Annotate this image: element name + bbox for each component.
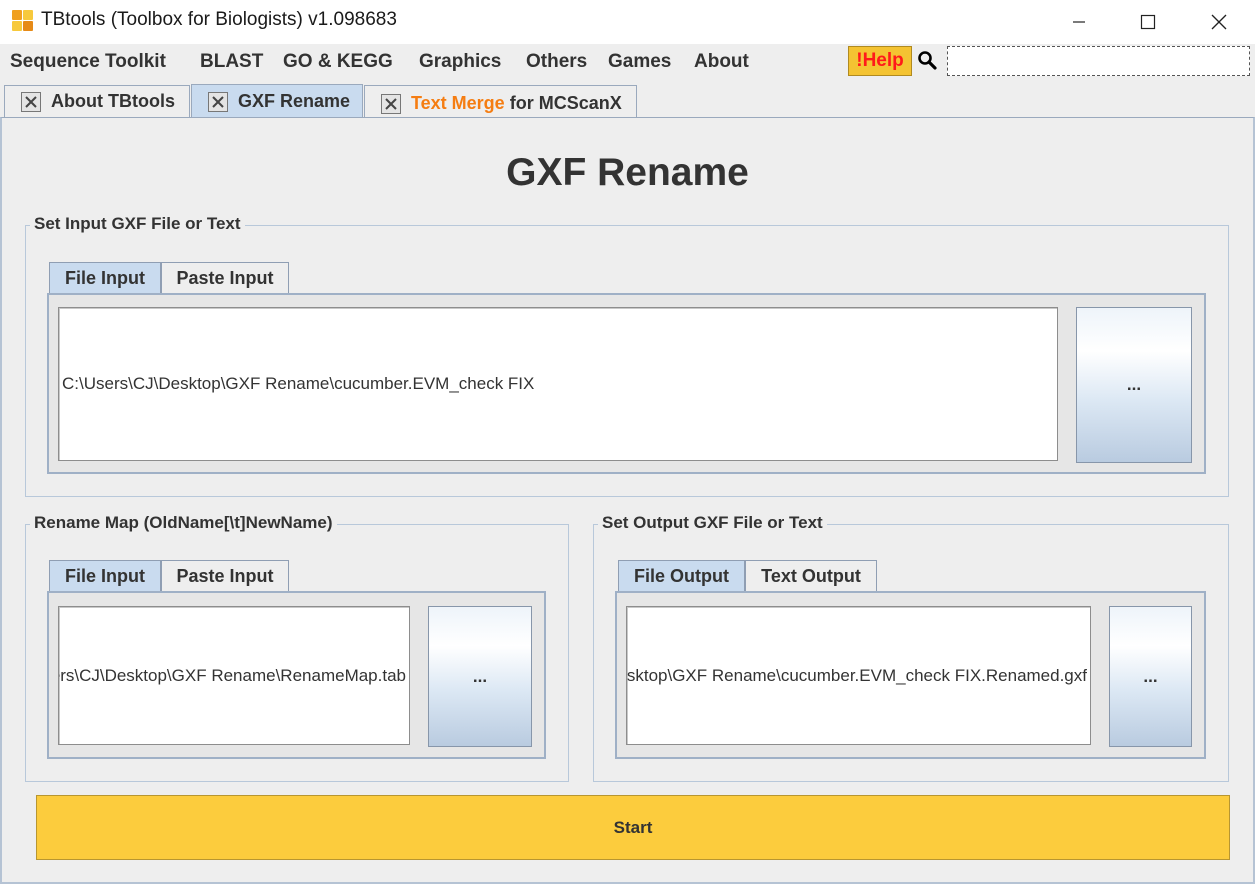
tab-text-output[interactable]: Text Output xyxy=(745,560,877,591)
menu-about[interactable]: About xyxy=(694,51,749,73)
close-tab-icon[interactable] xyxy=(21,91,41,112)
tab-gxf-rename[interactable]: GXF Rename xyxy=(191,84,363,118)
input-file-path-text: C:\Users\CJ\Desktop\GXF Rename\cucumber.… xyxy=(62,374,535,393)
input-browse-button[interactable]: ... xyxy=(1076,307,1192,463)
tab-label: GXF Rename xyxy=(238,91,351,111)
map-browse-button[interactable]: ... xyxy=(428,606,532,747)
tab-label: About TBtools xyxy=(51,91,175,111)
output-group-title: Set Output GXF File or Text xyxy=(598,513,827,533)
menu-go-kegg[interactable]: GO & KEGG xyxy=(283,51,393,73)
maximize-icon xyxy=(1140,14,1156,30)
rename-map-group-title: Rename Map (OldName[\t]NewName) xyxy=(30,513,337,533)
tab-paste-input[interactable]: Paste Input xyxy=(161,262,289,293)
menu-sequence-toolkit[interactable]: Sequence Toolkit xyxy=(10,51,166,73)
menu-games[interactable]: Games xyxy=(608,51,671,73)
tab-file-output[interactable]: File Output xyxy=(618,560,745,591)
search-input[interactable] xyxy=(947,46,1250,76)
tab-label: for MCScanX xyxy=(504,93,622,113)
output-file-path[interactable]: C:\Users\CJ\Desktop\GXF Rename\cucumber.… xyxy=(626,606,1091,745)
input-file-path[interactable]: C:\Users\CJ\Desktop\GXF Rename\cucumber.… xyxy=(58,307,1058,461)
tab-file-input[interactable]: File Input xyxy=(49,262,161,293)
close-tab-icon[interactable] xyxy=(208,91,228,112)
start-button[interactable]: Start xyxy=(36,795,1230,860)
tab-label-highlight: Text Merge xyxy=(411,93,505,113)
minimize-button[interactable] xyxy=(1056,4,1102,40)
tab-about-tbtools[interactable]: About TBtools xyxy=(4,85,190,117)
menu-others[interactable]: Others xyxy=(526,51,587,73)
close-tab-icon[interactable] xyxy=(381,93,401,114)
close-icon xyxy=(1211,14,1227,30)
map-file-path[interactable]: C:\Users\CJ\Desktop\GXF Rename\RenameMap… xyxy=(58,606,410,745)
title-bar: TBtools (Toolbox for Biologists) v1.0986… xyxy=(0,0,1255,44)
close-window-button[interactable] xyxy=(1196,4,1242,40)
menu-blast[interactable]: BLAST xyxy=(200,51,263,73)
minimize-icon xyxy=(1073,21,1085,23)
help-button[interactable]: !Help xyxy=(848,46,912,76)
window-title: TBtools (Toolbox for Biologists) v1.0986… xyxy=(41,9,397,30)
output-file-path-text: C:\Users\CJ\Desktop\GXF Rename\cucumber.… xyxy=(626,665,1087,685)
tab-map-paste-input[interactable]: Paste Input xyxy=(161,560,289,591)
maximize-button[interactable] xyxy=(1125,4,1171,40)
search-icon[interactable] xyxy=(917,50,937,70)
map-file-path-text: C:\Users\CJ\Desktop\GXF Rename\RenameMap… xyxy=(59,665,406,685)
menu-graphics[interactable]: Graphics xyxy=(419,51,501,73)
page-title: GXF Rename xyxy=(506,151,749,194)
tab-text-merge[interactable]: Text Merge for MCScanX xyxy=(364,85,637,117)
tbtools-logo-icon xyxy=(12,10,34,32)
tab-map-file-input[interactable]: File Input xyxy=(49,560,161,591)
input-group-title: Set Input GXF File or Text xyxy=(30,214,245,234)
output-browse-button[interactable]: ... xyxy=(1109,606,1192,747)
